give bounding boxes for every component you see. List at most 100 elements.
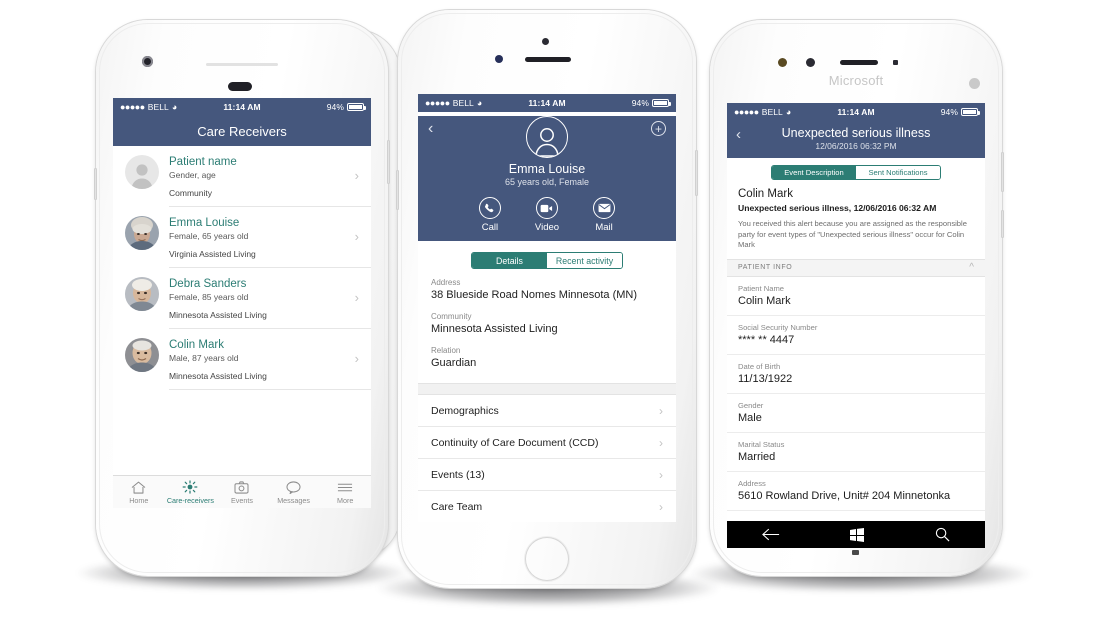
avatar xyxy=(125,216,159,250)
profile-sub: 65 years old, Female xyxy=(504,177,590,187)
back-chevron-icon[interactable]: ‹ xyxy=(736,126,741,143)
tab-messages[interactable]: Messages xyxy=(268,480,320,505)
phone1-screen: ●●●●● BELL ◕ 11:14 AM 94% Care Receivers xyxy=(113,98,371,508)
power-button[interactable] xyxy=(1001,210,1004,238)
tab-events[interactable]: Events xyxy=(216,480,268,505)
field-value: Minnesota Assisted Living xyxy=(431,323,558,335)
field-label: Patient Name xyxy=(738,283,785,293)
list-item-name: Debra Sanders xyxy=(169,278,247,290)
chevron-right-icon: › xyxy=(659,435,663,450)
tab-label: Events xyxy=(230,495,253,505)
power-button[interactable] xyxy=(695,150,698,196)
volume-button[interactable] xyxy=(1001,152,1004,192)
carrier-label: BELL xyxy=(452,98,474,108)
battery-icon xyxy=(961,108,980,116)
phone2-screen: ●●●●● BELL ◕ 11:14 AM 94% ‹ + Emma Louis… xyxy=(418,94,676,522)
power-button[interactable] xyxy=(387,140,390,184)
field-community: Community Minnesota Assisted Living xyxy=(418,303,676,337)
mail-button[interactable]: Mail xyxy=(593,197,616,233)
list-item-sub: Gender, age xyxy=(169,170,216,180)
list-item-name: Emma Louise xyxy=(169,217,240,229)
list-item[interactable]: Colin Mark Male, 87 years old Minnesota … xyxy=(113,329,371,389)
tab-recent-activity[interactable]: Recent activity xyxy=(547,253,622,268)
earpiece-speaker xyxy=(206,63,278,66)
screenshot-stage: ●●●●● BELL ◕ 11:14 AM 94% Care Receivers xyxy=(0,0,1103,620)
tab-home[interactable]: Home xyxy=(113,480,165,505)
back-arrow-icon[interactable] xyxy=(762,528,780,541)
windows-nav-bar xyxy=(727,521,985,548)
menu-row-demographics[interactable]: Demographics › xyxy=(418,395,676,427)
action-label: Mail xyxy=(595,222,613,233)
menu-row-events[interactable]: Events (13) › xyxy=(418,459,676,491)
search-icon[interactable] xyxy=(935,527,950,542)
list-item[interactable]: Emma Louise Female, 65 years old Virgini… xyxy=(113,207,371,267)
event-datetime: 12/06/2016 06:32 PM xyxy=(815,141,897,151)
tab-sent-notifications[interactable]: Sent Notifications xyxy=(856,166,940,179)
section-header-patient-info[interactable]: PATIENT INFO ^ xyxy=(727,258,985,277)
phone-icon xyxy=(478,197,501,219)
action-buttons: Call Video Mail xyxy=(418,197,676,233)
tab-details[interactable]: Details xyxy=(472,253,547,268)
chevron-right-icon: › xyxy=(354,168,359,183)
menu-label: Continuity of Care Document (CCD) xyxy=(431,436,599,449)
back-chevron-icon[interactable]: ‹ xyxy=(428,120,433,138)
front-camera-icon xyxy=(142,56,153,67)
light-sensor-icon xyxy=(893,60,898,65)
menu-row-care-team[interactable]: Care Team › xyxy=(418,491,676,522)
field-value: 11/13/1922 xyxy=(738,372,793,385)
camera-icon xyxy=(216,480,268,495)
phone-device-2: ●●●●● BELL ◕ 11:14 AM 94% ‹ + Emma Louis… xyxy=(396,10,698,588)
field-address: Address 38 Blueside Road Nomes Minnesota… xyxy=(418,269,676,303)
avatar xyxy=(125,277,159,311)
chevron-right-icon: › xyxy=(354,351,359,366)
list-item[interactable]: Patient name Gender, age Community › xyxy=(113,146,371,206)
section-spacer xyxy=(418,383,676,395)
signal-dots-icon: ●●●●● xyxy=(425,98,450,108)
chevron-right-icon: › xyxy=(659,403,663,418)
list-item-community: Minnesota Assisted Living xyxy=(169,371,267,381)
battery-percent: 94% xyxy=(940,107,958,117)
signal-dots-icon: ●●●●● xyxy=(120,102,145,112)
windows-logo-icon[interactable] xyxy=(850,527,865,542)
call-button[interactable]: Call xyxy=(478,197,501,233)
event-patient-name: Colin Mark xyxy=(738,188,793,200)
video-button[interactable]: Video xyxy=(535,197,559,233)
tab-care-receivers[interactable]: Care-receivers xyxy=(165,480,217,505)
field-label: Community xyxy=(431,312,472,321)
add-icon[interactable]: + xyxy=(651,121,666,136)
volume-button[interactable] xyxy=(396,170,399,210)
section-label: PATIENT INFO xyxy=(738,264,793,271)
event-summary: Colin Mark Unexpected serious illness, 1… xyxy=(727,180,985,251)
carrier-label: BELL xyxy=(147,102,169,112)
field-label: Social Security Number xyxy=(738,322,818,332)
chat-icon xyxy=(268,480,320,495)
chevron-right-icon: › xyxy=(354,229,359,244)
battery-percent: 94% xyxy=(326,102,344,112)
tab-more[interactable]: More xyxy=(319,480,371,505)
page-title-care-receivers: Care Receivers xyxy=(113,116,371,146)
list-item-community: Minnesota Assisted Living xyxy=(169,310,267,320)
home-button[interactable] xyxy=(525,537,569,581)
action-label: Call xyxy=(481,222,499,233)
event-type: Unexpected serious illness, 12/06/2016 0… xyxy=(738,203,937,213)
carrier-label: BELL xyxy=(761,107,783,117)
page-title-event: Unexpected serious illness xyxy=(781,126,931,140)
proximity-sensor xyxy=(228,82,252,91)
wifi-icon: ◕ xyxy=(785,107,792,117)
event-header: ‹ Unexpected serious illness 12/06/2016 … xyxy=(727,121,985,158)
phone-device-1: ●●●●● BELL ◕ 11:14 AM 94% Care Receivers xyxy=(94,20,390,576)
volume-button[interactable] xyxy=(94,168,97,200)
segmented-control-event: Event Description Sent Notifications xyxy=(771,165,941,180)
placeholder-avatar-icon xyxy=(125,155,159,189)
menu-row-ccd[interactable]: Continuity of Care Document (CCD) › xyxy=(418,427,676,459)
status-bar-3: ●●●●● BELL ◕ 11:14 AM 94% xyxy=(727,103,985,121)
profile-name: Emma Louise xyxy=(508,162,586,176)
menu-icon xyxy=(319,480,371,495)
tab-label: More xyxy=(336,495,354,505)
list-item[interactable]: Debra Sanders Female, 85 years old Minne… xyxy=(113,268,371,328)
field-label: Relation xyxy=(431,346,461,355)
list-item-sub: Female, 85 years old xyxy=(169,292,249,302)
wifi-icon: ◕ xyxy=(476,98,483,108)
field-address: Address 5610 Rowland Drive, Unit# 204 Mi… xyxy=(727,472,985,511)
tab-event-description[interactable]: Event Description xyxy=(772,166,856,179)
